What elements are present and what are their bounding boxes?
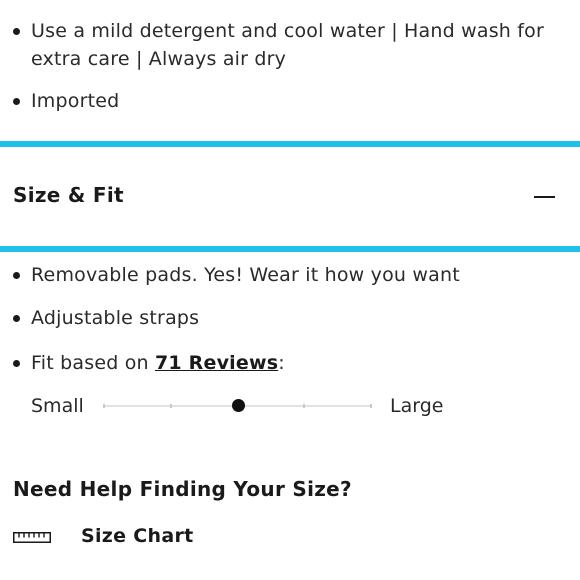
fit-scale: Small Large [31,392,551,420]
list-item: Removable pads. Yes! Wear it how you wan… [13,261,558,289]
product-details-panel: Use a mild detergent and cool water | Ha… [0,0,580,580]
size-fit-accordion-header[interactable]: Size & Fit [0,147,580,246]
bullet-dot [13,272,20,279]
fit-scale-marker [231,399,245,412]
fit-scale-tick [169,404,172,408]
size-help-heading: Need Help Finding Your Size? [13,477,352,501]
list-item-text: Imported [31,90,120,112]
list-item: Imported [13,87,558,115]
fit-scale-max-label: Large [390,395,444,417]
list-item: Adjustable straps [13,304,558,332]
fit-reviews-text: Fit based on 71 Reviews: [31,349,558,377]
minus-icon[interactable] [534,196,555,198]
fit-scale-track [103,399,372,412]
size-fit-title: Size & Fit [13,183,124,207]
section-divider-bottom [0,246,580,252]
list-item-text: Removable pads. Yes! Wear it how you wan… [31,264,460,286]
fit-scale-tick [370,404,372,408]
reviews-link[interactable]: 71 Reviews [155,352,278,374]
fit-reviews-suffix: : [278,352,285,374]
bullet-dot [13,98,20,105]
fit-scale-tick [103,404,105,408]
bullet-dot [13,315,20,322]
size-chart-link[interactable]: Size Chart [13,522,213,552]
fit-scale-tick [303,404,306,408]
size-chart-label: Size Chart [81,525,194,547]
fit-reviews-prefix: Fit based on [31,352,156,374]
list-item-text: Adjustable straps [31,307,200,329]
bullet-dot [13,360,20,367]
list-item-text: Use a mild detergent and cool water | Ha… [31,20,545,70]
fit-reviews-item: Fit based on 71 Reviews: [13,349,558,377]
bullet-dot [13,28,20,35]
list-item: Use a mild detergent and cool water | Ha… [13,17,558,73]
ruler-icon [13,532,51,543]
fit-scale-min-label: Small [31,395,84,417]
